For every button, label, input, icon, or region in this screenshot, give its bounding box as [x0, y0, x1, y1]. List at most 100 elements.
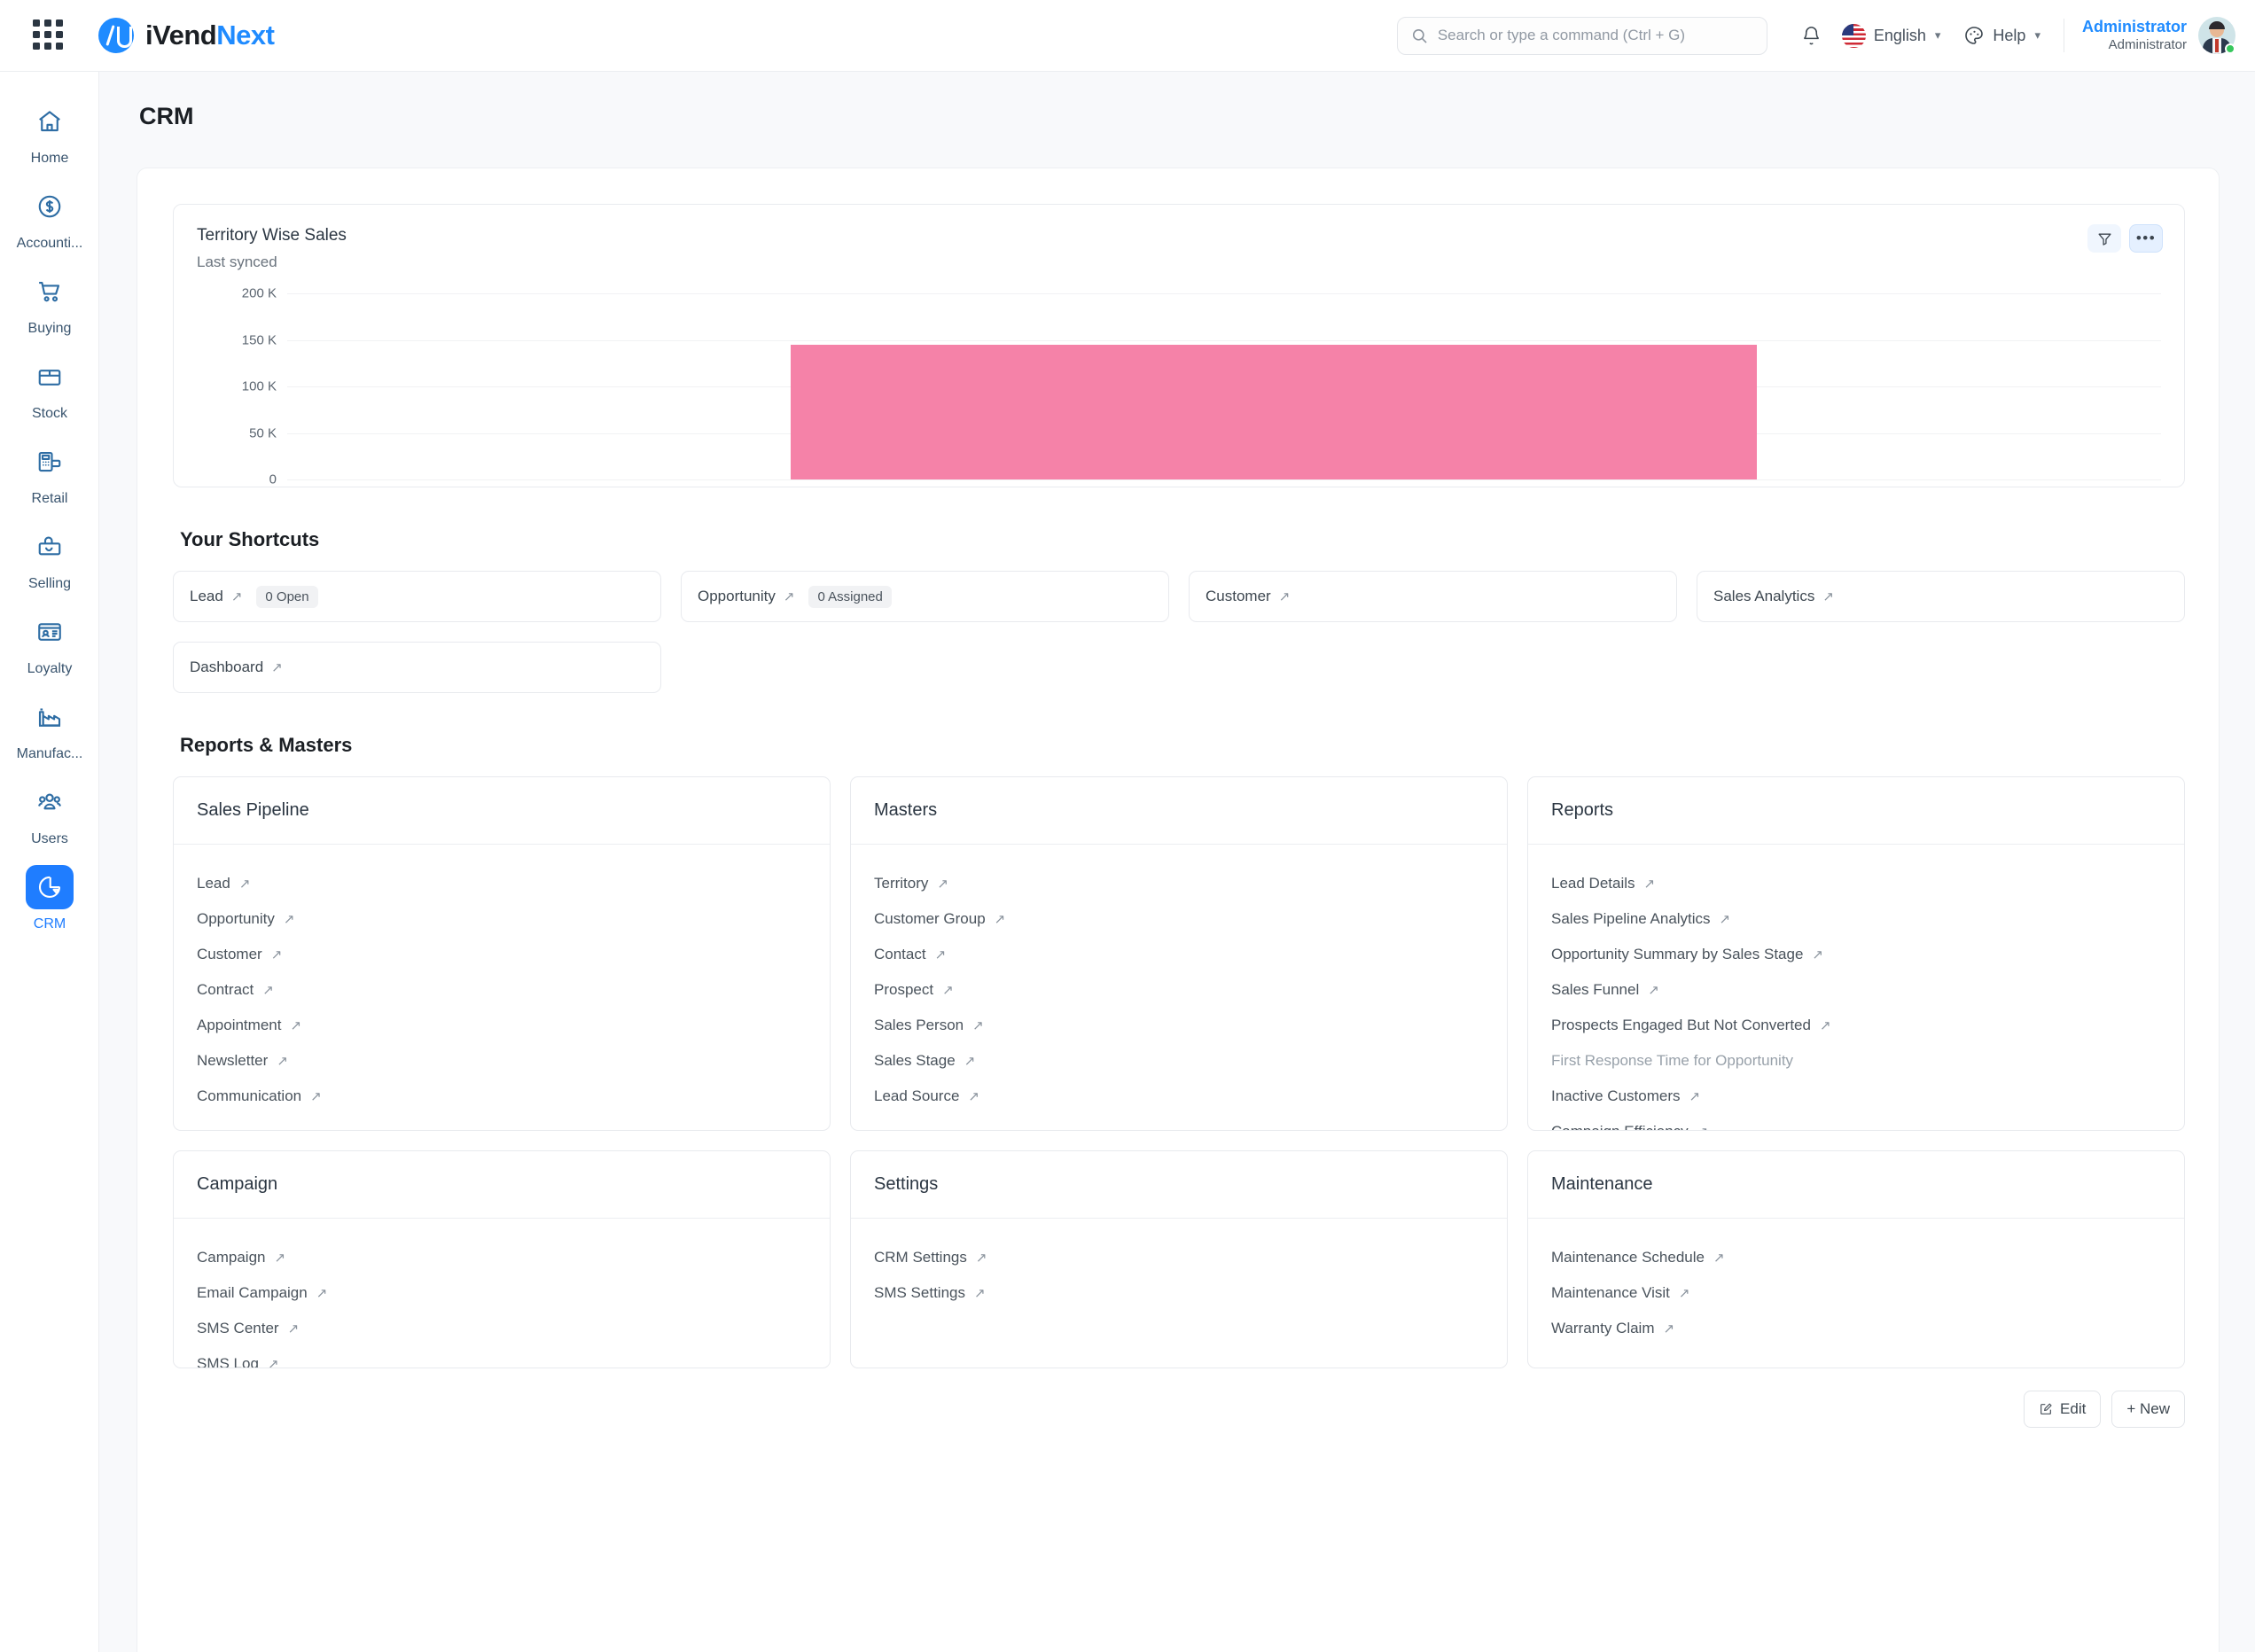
sidebar-item-manufacturing[interactable]: Manufac... [0, 685, 99, 770]
ellipsis-menu-icon[interactable]: ••• [2129, 224, 2163, 253]
sidebar-item-label: Stock [31, 406, 67, 421]
y-axis-tick: 50 K [249, 425, 277, 440]
sidebar-item-label: Selling [27, 576, 72, 591]
link-email-campaign[interactable]: Email Campaign ↗ [197, 1275, 807, 1311]
link-sales-stage[interactable]: Sales Stage ↗ [874, 1043, 1484, 1079]
link-sales-pipeline-analytics[interactable]: Sales Pipeline Analytics ↗ [1551, 901, 2161, 937]
external-link-arrow-icon: ↗ [975, 1251, 987, 1266]
notification-bell-icon[interactable] [1794, 18, 1830, 53]
shortcut-customer[interactable]: Customer ↗ [1189, 571, 1677, 622]
shortcut-lead[interactable]: Lead ↗ 0 Open [173, 571, 661, 622]
link-opportunity[interactable]: Opportunity ↗ [197, 901, 807, 937]
card-links: Maintenance Schedule ↗ Maintenance Visit ↗… [1528, 1219, 2184, 1368]
external-link-arrow-icon: ↗ [290, 1018, 302, 1033]
chart-bar[interactable] [791, 345, 1757, 479]
pie-chart-icon [26, 865, 74, 909]
link-lead-details[interactable]: Lead Details ↗ [1551, 866, 2161, 901]
sidebar-item-accounting[interactable]: Accounti... [0, 175, 99, 260]
shortcut-sales-analytics[interactable]: Sales Analytics ↗ [1697, 571, 2185, 622]
link-sms-center[interactable]: SMS Center ↗ [197, 1311, 807, 1346]
sidebar-item-retail[interactable]: Retail [0, 430, 99, 515]
link-label: Maintenance Schedule [1551, 1249, 1705, 1266]
link-customer[interactable]: Customer ↗ [197, 937, 807, 972]
link-territory[interactable]: Territory ↗ [874, 866, 1484, 901]
card-masters: Masters Territory ↗ Customer Group ↗ Conta… [850, 776, 1508, 1131]
link-prospect[interactable]: Prospect ↗ [874, 972, 1484, 1008]
external-link-arrow-icon: ↗ [968, 1089, 979, 1104]
link-label: Contact [874, 946, 926, 962]
link-communication[interactable]: Communication ↗ [197, 1079, 807, 1114]
sidebar-item-buying[interactable]: Buying [0, 260, 99, 345]
search-input[interactable]: Search or type a command (Ctrl + G) [1396, 16, 1767, 55]
card-title: Masters [851, 777, 1507, 845]
sidebar-item-selling[interactable]: Selling [0, 515, 99, 600]
shortcut-dashboard[interactable]: Dashboard ↗ [173, 642, 661, 693]
search-icon [1411, 27, 1428, 44]
y-axis-tick: 100 K [241, 378, 277, 394]
link-contract[interactable]: Contract ↗ [197, 972, 807, 1008]
sidebar-item-crm[interactable]: CRM [0, 855, 99, 940]
factory-icon [26, 695, 74, 739]
link-sales-funnel[interactable]: Sales Funnel ↗ [1551, 972, 2161, 1008]
external-link-arrow-icon: ↗ [1822, 589, 1834, 604]
sidebar-item-loyalty[interactable]: Loyalty [0, 600, 99, 685]
external-link-arrow-icon: ↗ [1713, 1251, 1725, 1266]
sidebar-item-label: Manufac... [16, 746, 83, 761]
link-opportunity-summary-by-sales-stage[interactable]: Opportunity Summary by Sales Stage ↗ [1551, 937, 2161, 972]
link-campaign-efficiency[interactable]: Campaign Efficiency ↗ [1551, 1114, 2161, 1130]
link-lead[interactable]: Lead ↗ [197, 866, 807, 901]
link-label: Email Campaign [197, 1284, 308, 1301]
sidebar-item-users[interactable]: Users [0, 770, 99, 855]
shortcut-opportunity[interactable]: Opportunity ↗ 0 Assigned [681, 571, 1169, 622]
us-flag-icon [1841, 23, 1866, 48]
sidebar-item-label: Buying [27, 321, 72, 336]
link-label: Campaign Efficiency [1551, 1123, 1689, 1130]
funnel-filter-icon[interactable] [2087, 224, 2121, 253]
edit-button[interactable]: Edit [2024, 1391, 2102, 1428]
card-campaign: Campaign Campaign ↗ Email Campaign ↗ SMS C… [173, 1150, 831, 1368]
card-title: Sales Pipeline [174, 777, 830, 845]
link-sales-person[interactable]: Sales Person ↗ [874, 1008, 1484, 1043]
link-label: Maintenance Visit [1551, 1284, 1670, 1301]
card-links: Campaign ↗ Email Campaign ↗ SMS Center ↗ SM… [174, 1219, 830, 1368]
link-appointment[interactable]: Appointment ↗ [197, 1008, 807, 1043]
link-label: CRM Settings [874, 1249, 967, 1266]
link-customer-group[interactable]: Customer Group ↗ [874, 901, 1484, 937]
link-maintenance-visit[interactable]: Maintenance Visit ↗ [1551, 1275, 2161, 1311]
new-button[interactable]: + New [2111, 1391, 2185, 1428]
shortcut-label: Customer [1206, 588, 1271, 604]
link-crm-settings[interactable]: CRM Settings ↗ [874, 1240, 1484, 1275]
link-label: Territory [874, 875, 929, 892]
theme-switcher[interactable]: Help ▾ [1963, 25, 2040, 46]
search-placeholder-text: Search or type a command (Ctrl + G) [1437, 27, 1686, 43]
main-content-area: CRM Territory Wise Sales Last synced ••• [99, 72, 2255, 1652]
external-link-arrow-icon: ↗ [310, 1089, 322, 1104]
link-inactive-customers[interactable]: Inactive Customers ↗ [1551, 1079, 2161, 1114]
link-label: Lead Source [874, 1087, 960, 1104]
link-contact[interactable]: Contact ↗ [874, 937, 1484, 972]
link-warranty-claim[interactable]: Warranty Claim ↗ [1551, 1311, 2161, 1346]
link-campaign[interactable]: Campaign ↗ [197, 1240, 807, 1275]
reports-masters-heading: Reports & Masters [180, 734, 353, 756]
language-selector[interactable]: English ▾ [1841, 23, 1940, 48]
apps-grid-icon[interactable] [33, 19, 65, 51]
link-label: Prospect [874, 981, 934, 998]
user-menu[interactable]: Administrator Administrator [2082, 17, 2235, 54]
sidebar-item-home[interactable]: Home [0, 90, 99, 175]
reports-masters-row-2: Campaign Campaign ↗ Email Campaign ↗ SMS C… [173, 1150, 2185, 1368]
y-axis-tick: 150 K [241, 332, 277, 347]
link-maintenance-schedule[interactable]: Maintenance Schedule ↗ [1551, 1240, 2161, 1275]
link-newsletter[interactable]: Newsletter ↗ [197, 1043, 807, 1079]
card-title: Maintenance [1528, 1151, 2184, 1219]
link-lead-source[interactable]: Lead Source ↗ [874, 1079, 1484, 1114]
link-sms-settings[interactable]: SMS Settings ↗ [874, 1275, 1484, 1311]
link-sms-log[interactable]: SMS Log ↗ [197, 1346, 807, 1368]
card-title: Reports [1528, 777, 2184, 845]
link-prospects-engaged-but-not-converted[interactable]: Prospects Engaged But Not Converted ↗ [1551, 1008, 2161, 1043]
theme-palette-icon [1963, 25, 1985, 46]
shopping-cart-icon [26, 269, 74, 314]
dollar-circle-icon [26, 184, 74, 229]
link-label: Newsletter [197, 1052, 269, 1069]
brand-logo[interactable]: iVendNext [98, 18, 275, 53]
sidebar-item-stock[interactable]: Stock [0, 345, 99, 430]
